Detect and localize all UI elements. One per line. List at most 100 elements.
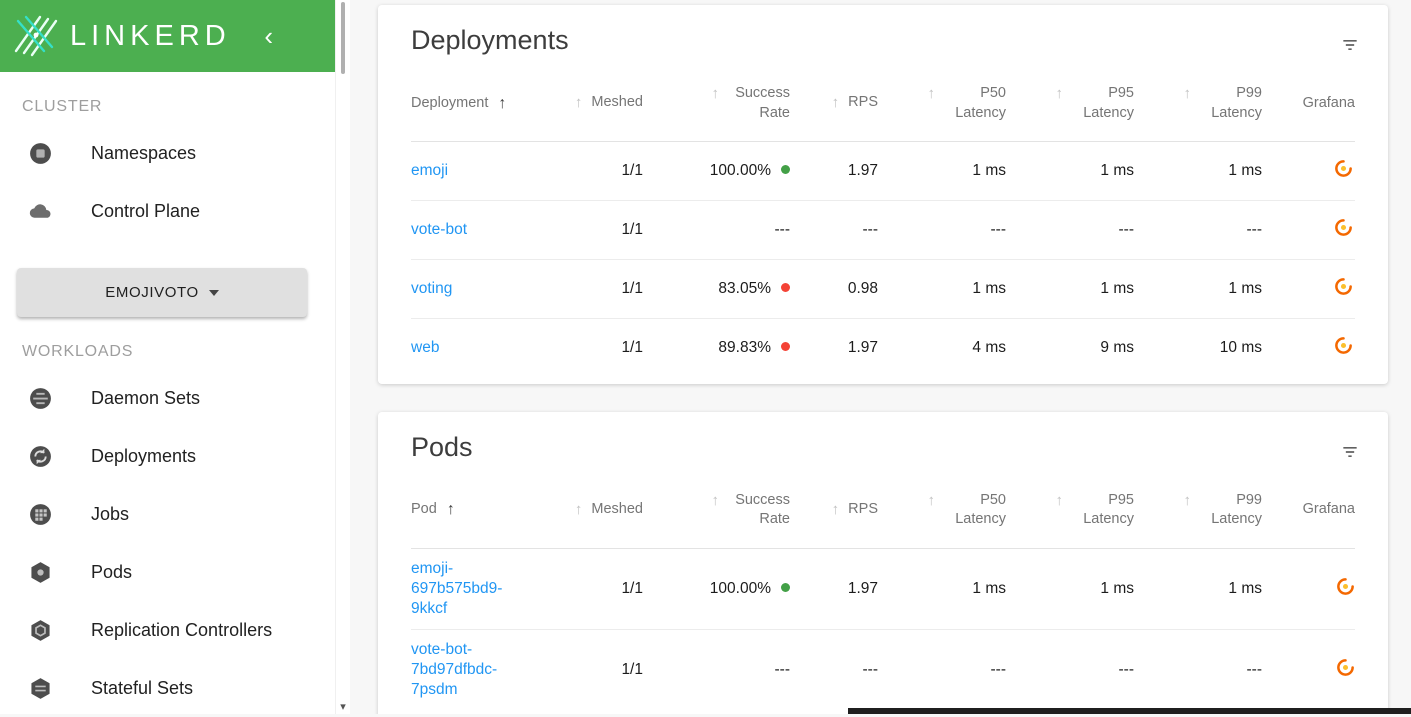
- column-header-meshed[interactable]: ↑ Meshed: [561, 474, 643, 549]
- sort-icon: ↑: [1183, 85, 1192, 102]
- grafana-link-icon[interactable]: [1334, 277, 1353, 296]
- sort-icon: ↑: [831, 94, 840, 112]
- grafana-cell: [1262, 318, 1355, 378]
- p50-latency-cell: ---: [878, 629, 1006, 711]
- sidebar-scrollbar[interactable]: ▾: [335, 0, 350, 714]
- sidebar-item-label: Control Plane: [91, 200, 201, 221]
- bottom-edge-bar: [848, 708, 1411, 714]
- grafana-link-icon[interactable]: [1334, 336, 1353, 355]
- p95-latency-cell: 1 ms: [1006, 259, 1134, 319]
- sidebar-item-label: Deployments: [91, 445, 197, 466]
- grafana-link-icon[interactable]: [1336, 577, 1355, 596]
- namespace-selector-button[interactable]: EMOJIVOTO: [17, 268, 307, 317]
- table-row: emoji 1/1 100.00% 1.97 1 ms 1 ms 1 ms: [411, 142, 1355, 201]
- resource-link[interactable]: voting: [411, 280, 452, 297]
- sidebar-item-stateful-sets[interactable]: Stateful Sets: [0, 659, 335, 717]
- column-header-p50-latency[interactable]: ↑ P50 Latency: [878, 68, 1006, 143]
- grafana-cell: [1262, 548, 1355, 629]
- meshed-cell: 1/1: [561, 318, 643, 378]
- scrollbar-thumb[interactable]: [341, 2, 345, 74]
- rps-cell: 1.97: [847, 579, 878, 597]
- grafana-link-icon[interactable]: [1334, 218, 1353, 237]
- workloads-section-label: WORKLOADS: [22, 343, 134, 360]
- grafana-cell: [1262, 142, 1355, 201]
- sidebar-item-deployments[interactable]: Deployments: [0, 427, 335, 485]
- column-header-p50-latency[interactable]: ↑ P50 Latency: [878, 474, 1006, 549]
- p50-latency-cell: 1 ms: [878, 259, 1006, 319]
- sidebar-item-namespaces[interactable]: Namespaces: [0, 124, 335, 182]
- sort-ascending-icon: ↑: [446, 501, 455, 519]
- p95-latency-cell: 1 ms: [1100, 162, 1134, 180]
- column-header-success-rate[interactable]: ↑ Success Rate: [643, 68, 790, 143]
- p95-latency-cell: ---: [1006, 200, 1134, 260]
- resource-name-cell: web: [411, 318, 561, 378]
- p99-latency-cell: ---: [1134, 629, 1262, 711]
- sidebar-item-daemon-sets[interactable]: Daemon Sets: [0, 369, 335, 427]
- grafana-link-icon[interactable]: [1336, 658, 1355, 677]
- table-row: vote-bot-7bd97dfbdc-7psdm 1/1 --- --- --- ---…: [411, 629, 1355, 711]
- column-header-rps[interactable]: ↑ RPS: [790, 474, 878, 549]
- sort-icon: ↑: [1055, 85, 1064, 102]
- success-rate-cell: ---: [643, 629, 790, 711]
- column-header-success-rate[interactable]: ↑ Success Rate: [643, 474, 790, 549]
- table-header-row: Pod ↑ ↑ Meshed ↑ Success Rate ↑ RPS ↑ P5…: [411, 474, 1355, 549]
- column-header-p95-latency[interactable]: ↑ P95 Latency: [1006, 474, 1134, 549]
- meshed-cell: 1/1: [621, 162, 643, 180]
- status-dot: [781, 165, 790, 175]
- status-dot: [781, 582, 790, 592]
- sort-icon: ↑: [574, 501, 583, 519]
- sort-icon: ↑: [711, 491, 720, 509]
- rps-cell: ---: [790, 200, 878, 260]
- column-header-meshed[interactable]: ↑ Meshed: [561, 68, 643, 143]
- sidebar-item-control-plane[interactable]: Control Plane: [0, 182, 335, 240]
- column-header-rps[interactable]: ↑ RPS: [790, 68, 878, 143]
- success-rate-cell: 100.00%: [643, 548, 790, 629]
- resource-link[interactable]: vote-bot-7bd97dfbdc-7psdm: [411, 640, 529, 700]
- resource-name-cell: voting: [411, 259, 561, 319]
- filter-icon[interactable]: [1336, 438, 1364, 469]
- sort-icon: ↑: [831, 501, 840, 519]
- grafana-link-icon[interactable]: [1334, 159, 1353, 178]
- sidebar-item-jobs[interactable]: Jobs: [0, 485, 335, 543]
- grafana-cell: [1262, 629, 1355, 711]
- sort-icon: ↑: [574, 94, 583, 112]
- p95-latency-cell: 9 ms: [1006, 318, 1134, 378]
- p95-latency-cell: 1 ms: [1100, 579, 1134, 597]
- meshed-cell: 1/1: [561, 200, 643, 260]
- sidebar-item-label: Namespaces: [91, 142, 197, 163]
- status-dot: [781, 283, 790, 293]
- column-header-pod[interactable]: Pod ↑: [411, 474, 561, 549]
- meshed-cell: 1/1: [561, 629, 643, 711]
- grafana-logo-icon: [1335, 219, 1352, 236]
- p95-latency-cell: ---: [1006, 629, 1134, 711]
- sidebar-item-replication-controllers[interactable]: Replication Controllers: [0, 601, 335, 659]
- column-header-p99-latency[interactable]: ↑ P99 Latency: [1134, 474, 1262, 549]
- resource-link[interactable]: emoji: [411, 162, 448, 179]
- meshed-cell: 1/1: [561, 259, 643, 319]
- resource-link[interactable]: vote-bot: [411, 221, 467, 238]
- filter-icon[interactable]: [1336, 31, 1364, 62]
- deployments-icon: [28, 444, 53, 469]
- resource-name-cell: vote-bot: [411, 200, 561, 260]
- p50-latency-cell: 1 ms: [972, 579, 1006, 597]
- table-row: web 1/1 89.83% 1.97 4 ms 9 ms 10 ms: [411, 318, 1355, 378]
- resource-link[interactable]: emoji-697b575bd9-9kkcf: [411, 559, 529, 619]
- grafana-cell: [1262, 200, 1355, 260]
- column-header-p95-latency[interactable]: ↑ P95 Latency: [1006, 68, 1134, 143]
- pods-icon: [28, 560, 53, 585]
- sort-ascending-icon: ↑: [498, 94, 507, 112]
- rps-cell: 1.97: [847, 162, 878, 180]
- jobs-icon: [28, 502, 53, 527]
- p99-latency-cell: ---: [1134, 200, 1262, 260]
- pods-table: Pod ↑ ↑ Meshed ↑ Success Rate ↑ RPS ↑ P5…: [411, 474, 1355, 711]
- column-header-p99-latency[interactable]: ↑ P99 Latency: [1134, 68, 1262, 143]
- grafana-cell: [1262, 259, 1355, 319]
- sidebar-item-label: Replication Controllers: [91, 619, 273, 640]
- scrollbar-down-arrow[interactable]: ▾: [336, 700, 350, 713]
- column-header-deployment[interactable]: Deployment ↑: [411, 68, 561, 143]
- linkerd-logo-icon: [10, 11, 62, 62]
- collapse-sidebar-button[interactable]: ‹: [258, 23, 279, 49]
- table-row: vote-bot 1/1 --- --- --- --- ---: [411, 200, 1355, 260]
- resource-link[interactable]: web: [411, 339, 439, 356]
- sidebar-item-pods[interactable]: Pods: [0, 543, 335, 601]
